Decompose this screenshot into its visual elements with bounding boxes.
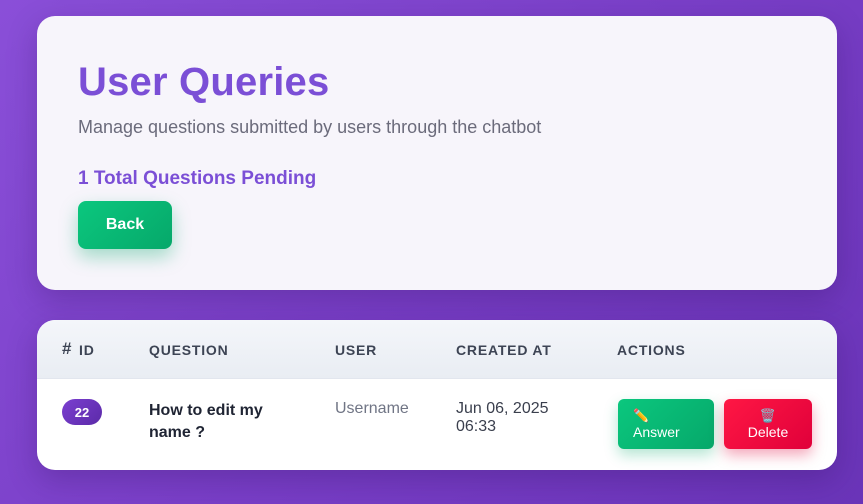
header-card: User Queries Manage questions submitted … (37, 16, 837, 290)
pencil-icon: ✏️ (633, 408, 650, 423)
user-name: Username (335, 400, 409, 417)
question-text: How to edit my name ? (149, 402, 263, 441)
table-row: 22 How to edit my name ? Username Jun 06… (37, 379, 837, 470)
queries-table: # ID QUESTION USER CREATED AT ACTIONS 22… (37, 320, 837, 470)
delete-button-label: Delete (747, 424, 789, 440)
back-button[interactable]: Back (78, 201, 172, 249)
column-header-actions: ACTIONS (617, 342, 686, 358)
hash-icon: # (62, 339, 73, 358)
delete-button[interactable]: 🗑️ Delete (724, 399, 812, 449)
column-header-id: ID (79, 342, 95, 358)
answer-button-label: Answer (633, 424, 680, 440)
created-at: Jun 06, 2025 06:33 (456, 400, 549, 435)
table-header: # ID QUESTION USER CREATED AT ACTIONS (37, 320, 837, 379)
pending-count: 1 Total Questions Pending (78, 168, 317, 189)
column-header-created-at: CREATED AT (456, 342, 552, 358)
page-title: User Queries (78, 60, 330, 104)
column-header-question: QUESTION (149, 342, 229, 358)
column-header-user: USER (335, 342, 378, 358)
page-subtitle: Manage questions submitted by users thro… (78, 117, 542, 137)
id-badge: 22 (62, 399, 102, 425)
trash-icon: 🗑️ (759, 408, 777, 423)
answer-button[interactable]: ✏️ Answer (618, 399, 714, 449)
